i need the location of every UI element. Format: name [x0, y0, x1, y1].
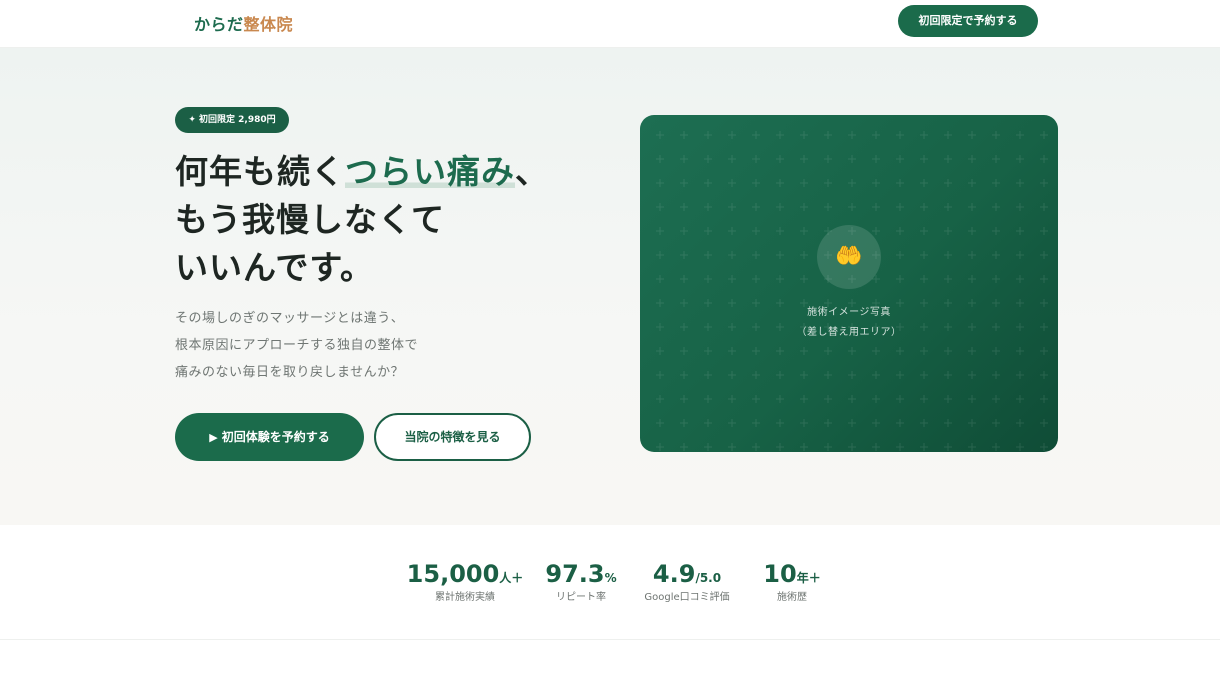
lead-line2: 根本原因にアプローチする独自の整体で [175, 338, 419, 353]
reserve-trial-button[interactable]: ▶ 初回体験を予約する [175, 413, 364, 461]
image-caption-line1: 施術イメージ写真 [807, 307, 891, 318]
headline-text-post: 、 [515, 152, 549, 191]
stat-item: 15,000人＋ 累計施術実績 [403, 559, 527, 605]
hero-lead-text: その場しのぎのマッサージとは違う、 根本原因にアプローチする独自の整体で 痛みの… [175, 305, 418, 386]
image-caption: 施術イメージ写真 （差し替え用エリア） [640, 303, 1058, 343]
stat-label: リピート率 [556, 592, 606, 603]
headline-line2: もう我慢しなくて [175, 200, 446, 239]
stat-unit: % [604, 571, 617, 585]
stat-item: 10年＋ 施術歴 [756, 559, 828, 605]
stat-item: 97.3% リピート率 [542, 559, 620, 605]
headline-text-pre: 何年も続く [175, 152, 345, 191]
play-icon: ▶ [209, 431, 218, 444]
headline-accent: つらい痛み [345, 152, 515, 191]
lead-line1: その場しのぎのマッサージとは違う、 [175, 311, 405, 326]
stat-number: 4.9/5.0 [636, 559, 738, 589]
stat-unit: /5.0 [695, 571, 722, 585]
stat-unit: 年＋ [796, 571, 821, 585]
logo-text-part1: からだ [194, 15, 244, 34]
site-logo[interactable]: からだ整体院 [194, 11, 293, 35]
stat-value: 97.3 [545, 560, 605, 588]
stat-number: 97.3% [542, 559, 620, 589]
lead-line3: 痛みのない毎日を取り戻しませんか？ [175, 365, 405, 380]
image-caption-line2: （差し替え用エリア） [796, 327, 902, 338]
headline-line3: いいんです。 [175, 248, 375, 287]
hands-icon: 🤲 [817, 225, 881, 289]
logo-text-part2: 整体院 [243, 15, 294, 34]
stat-unit: 人＋ [499, 571, 524, 585]
stat-label: Google口コミ評価 [644, 592, 730, 603]
site-header: からだ整体院 初回限定で予約する [0, 0, 1220, 48]
stat-number: 15,000人＋ [403, 559, 527, 589]
stat-label: 施術歴 [777, 592, 807, 603]
offer-badge: ✦ 初回限定 2,980円 [175, 107, 289, 133]
stats-section: 15,000人＋ 累計施術実績 97.3% リピート率 4.9/5.0 Goog… [0, 525, 1220, 640]
stat-value: 10 [763, 560, 797, 588]
hero-section: ✦ 初回限定 2,980円 何年も続くつらい痛み、 もう我慢しなくて いいんです… [0, 48, 1220, 525]
treatment-image-placeholder: 🤲 施術イメージ写真 （差し替え用エリア） [640, 115, 1058, 452]
stat-label: 累計施術実績 [435, 592, 495, 603]
stat-value: 4.9 [652, 560, 696, 588]
features-button[interactable]: 当院の特徴を見る [374, 413, 531, 461]
header-reserve-button[interactable]: 初回限定で予約する [898, 5, 1038, 37]
reserve-trial-label: 初回体験を予約する [221, 430, 330, 444]
hero-headline: 何年も続くつらい痛み、 もう我慢しなくて いいんです。 [175, 148, 549, 292]
stat-number: 10年＋ [756, 559, 828, 589]
stat-value: 15,000 [406, 560, 500, 588]
stat-item: 4.9/5.0 Google口コミ評価 [636, 559, 738, 605]
